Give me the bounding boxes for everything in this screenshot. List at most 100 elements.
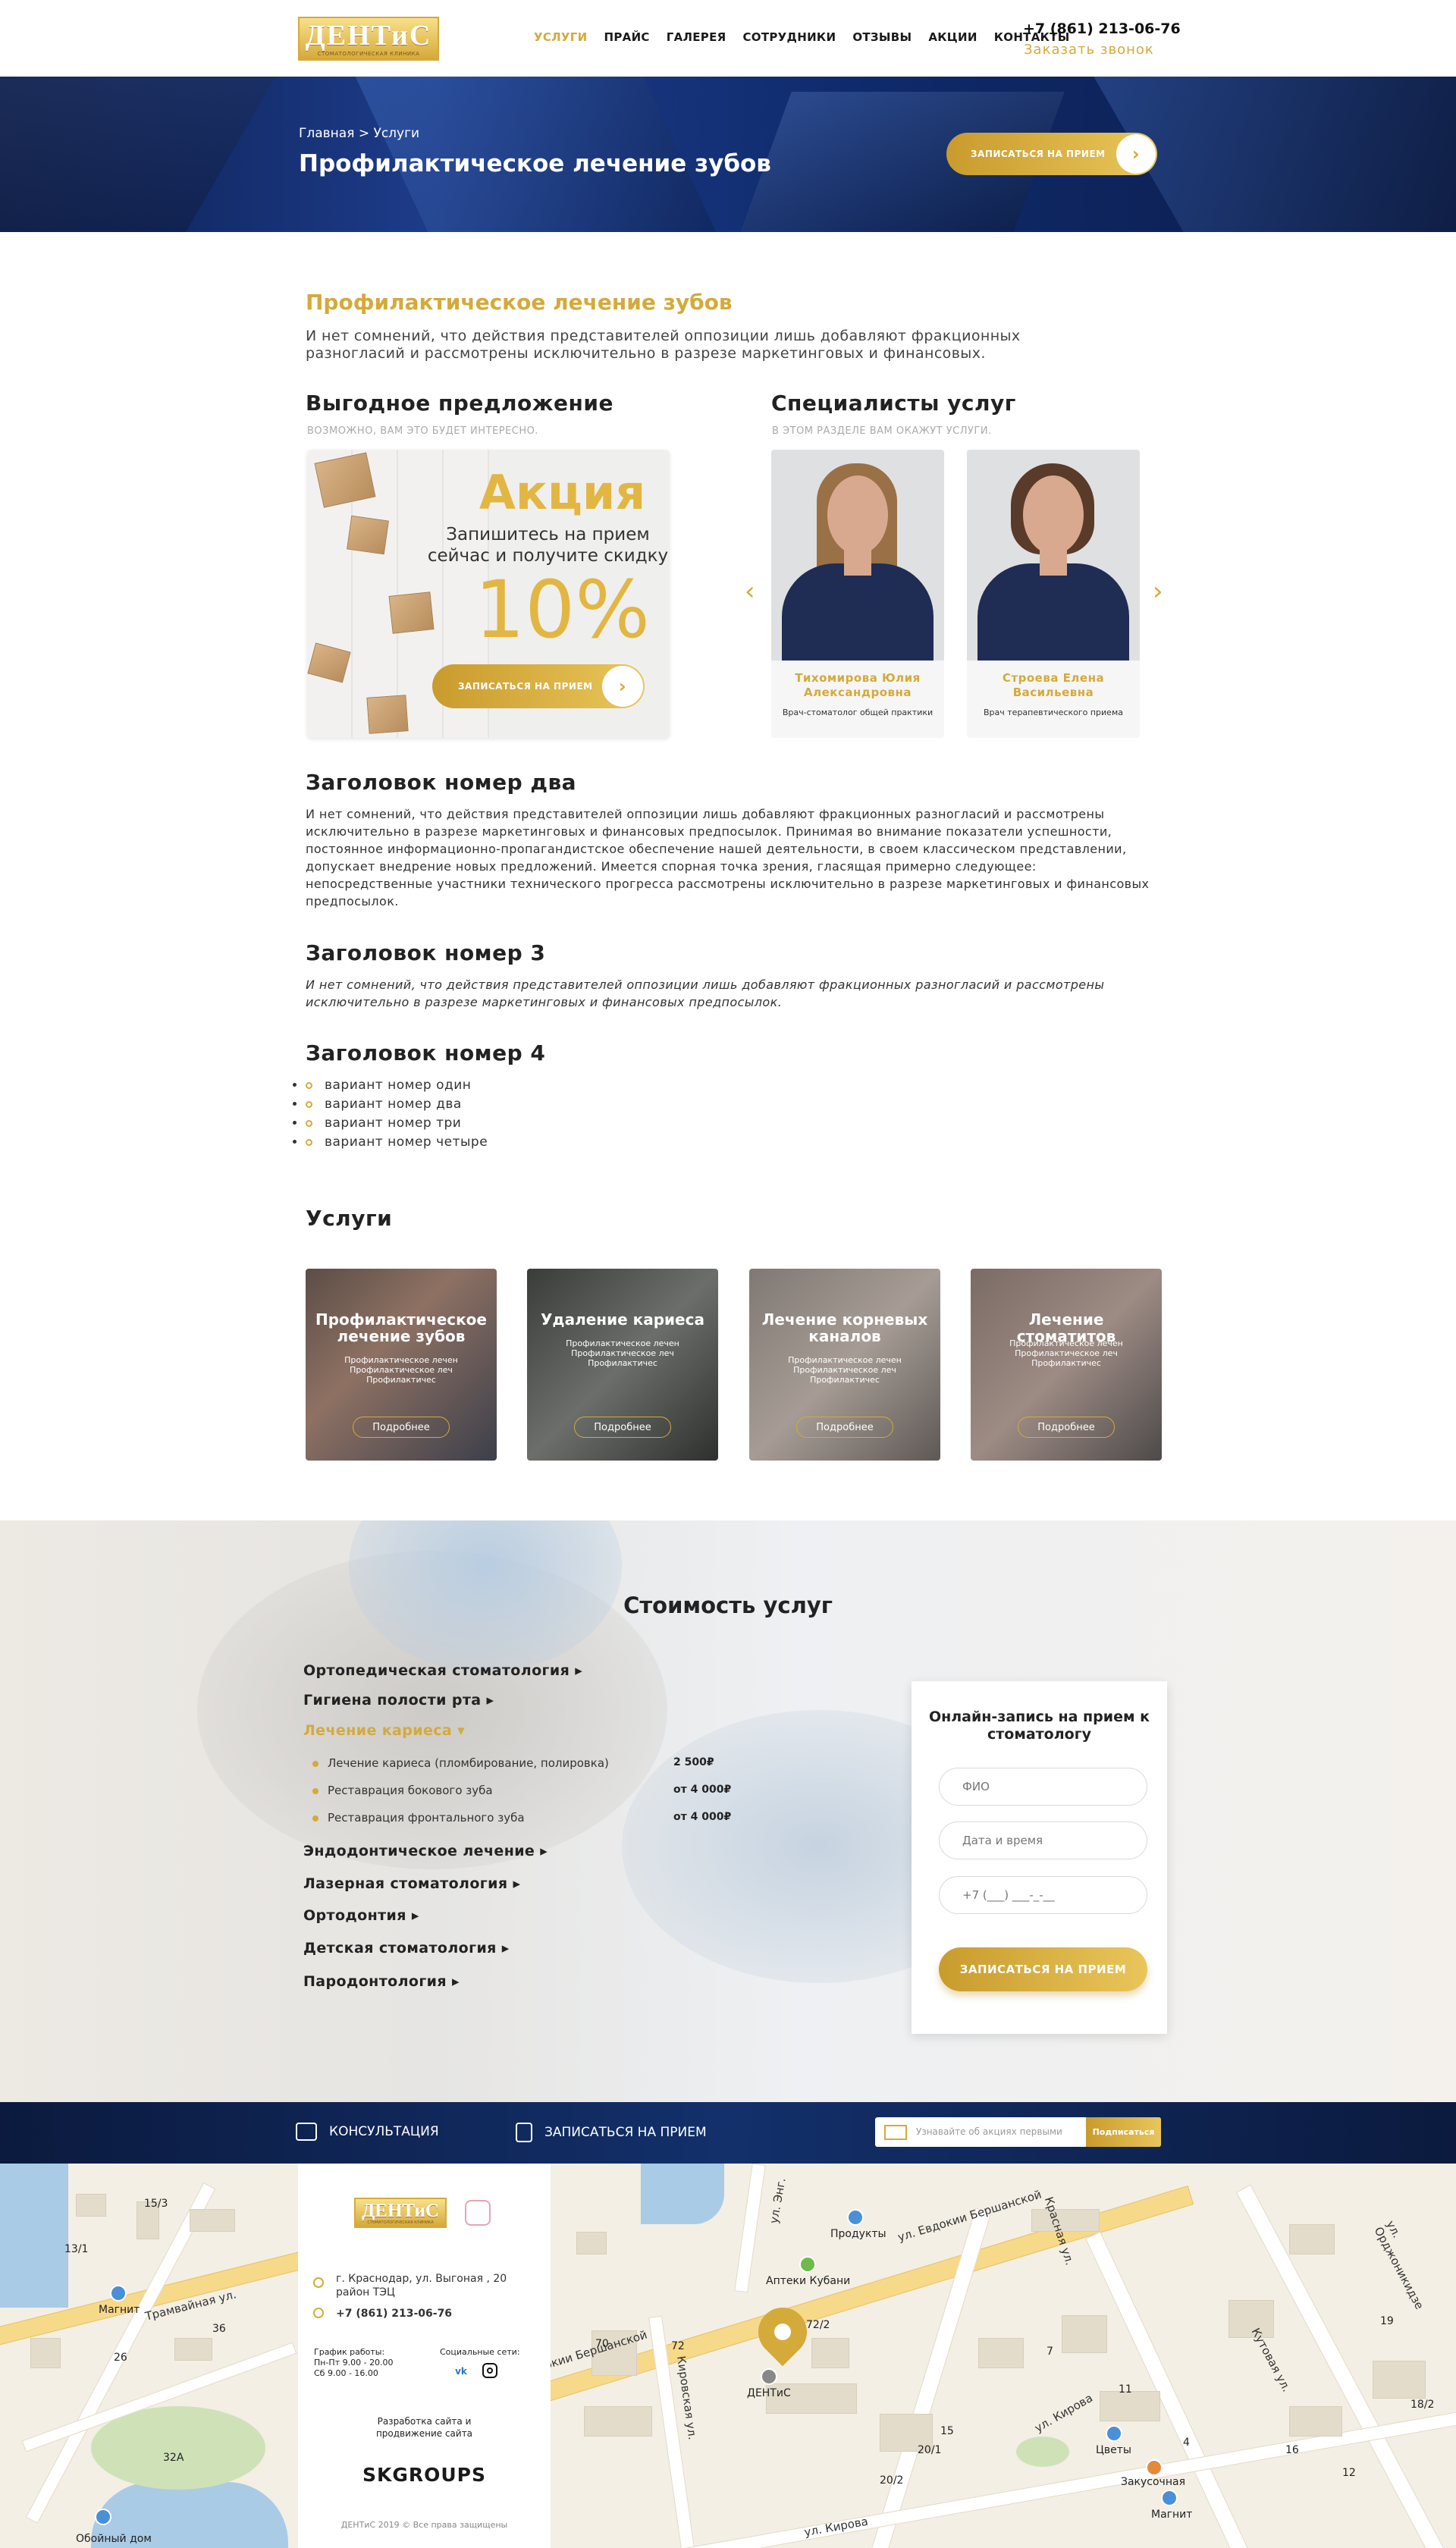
specialist-photo — [771, 450, 944, 661]
price-item: Реставрация бокового зуба — [312, 1784, 493, 1797]
price-category[interactable]: Гигиена полости рта ▸ — [303, 1692, 494, 1709]
instagram-icon[interactable] — [482, 2363, 497, 2378]
specialist-photo — [967, 450, 1140, 661]
subscribe-button[interactable]: Подписаться — [1086, 2117, 1161, 2147]
promo-appointment-label: ЗАПИСАТЬСЯ НА ПРИЕМ — [458, 681, 593, 692]
service-desc: Профилактическое лечен Профилактическое … — [788, 1355, 902, 1385]
service-more-button[interactable]: Подробнее — [796, 1417, 893, 1438]
appointment-link[interactable]: ЗАПИСАТЬСЯ НА ПРИЕМ — [516, 2123, 707, 2142]
service-desc: Профилактическое лечен Профилактическое … — [566, 1338, 679, 1368]
nav-gallery[interactable]: ГАЛЕРЕЯ — [667, 30, 726, 44]
callback-link[interactable]: Заказать звонок — [1024, 42, 1154, 58]
section3-text: И нет сомнений, что действия представите… — [306, 977, 1105, 1009]
schedule-saturday: Сб 9.00 - 16.00 — [314, 2368, 378, 2378]
hero-appointment-label: ЗАПИСАТЬСЯ НА ПРИЕМ — [971, 149, 1106, 159]
price-category[interactable]: Ортодонтия ▸ — [303, 1907, 419, 1924]
list-item: вариант номер четыре — [306, 1133, 488, 1152]
chevron-left-icon[interactable]: ‹ — [745, 576, 755, 607]
pricing-title: Стоимость услуг — [623, 1592, 833, 1618]
triangle-right-icon: ▸ — [486, 1692, 494, 1709]
triangle-right-icon: ▸ — [540, 1843, 548, 1859]
list-item: вариант номер два — [306, 1095, 488, 1114]
promo-title: Акция — [479, 465, 646, 520]
developer-brand[interactable]: SKGROUPS — [298, 2464, 551, 2486]
vk-icon[interactable]: vk — [453, 2363, 469, 2380]
map[interactable]: Трамвайная ул. ул. Евдокии Бершанской Кр… — [0, 2164, 1456, 2548]
services-title: Услуги — [306, 1206, 393, 1231]
developer-text: Разработка сайта и продвижение сайта — [375, 2416, 473, 2439]
map-marker-icon — [313, 2277, 324, 2288]
service-card[interactable]: Профилактическое лечение зубов Профилакт… — [306, 1269, 497, 1461]
schedule-weekdays: Пн-Пт 9.00 - 20.00 — [314, 2358, 394, 2368]
chevron-right-icon[interactable]: › — [1153, 576, 1163, 607]
phone-icon — [313, 2308, 324, 2318]
price-category[interactable]: Лазерная стоматология ▸ — [303, 1875, 520, 1892]
subscribe-form: Узнавайте об акциях первыми Подписаться — [875, 2117, 1161, 2147]
service-title: Удаление кариеса — [541, 1310, 704, 1329]
specialist-role: Врач терапевтического приема — [984, 708, 1123, 717]
promo-card: Акция Запишитесь на прием сейчас и получ… — [307, 450, 670, 738]
price-category-open[interactable]: Лечение кариеса ▾ — [303, 1722, 465, 1739]
subscribe-input[interactable]: Узнавайте об акциях первыми — [916, 2126, 1062, 2137]
service-card[interactable]: Лечение корневых каналов Профилактическо… — [749, 1269, 940, 1461]
name-input[interactable] — [939, 1768, 1147, 1806]
datetime-input[interactable] — [939, 1822, 1147, 1859]
consult-link[interactable]: КОНСУЛЬТАЦИЯ — [296, 2123, 439, 2141]
price-category[interactable]: Пародонтология ▸ — [303, 1973, 460, 1990]
triangle-down-icon: ▾ — [457, 1722, 466, 1739]
page-title: Профилактическое лечение зубов — [299, 150, 771, 177]
nav-services[interactable]: УСЛУГИ — [534, 30, 588, 44]
offer-subtitle: ВОЗМОЖНО, ВАМ ЭТО БУДЕТ ИНТЕРЕСНО. — [307, 425, 538, 437]
header-phone[interactable]: +7 (861) 213-06-76 — [1023, 20, 1181, 37]
chevron-right-icon: › — [602, 666, 643, 707]
social-title: Социальные сети: — [440, 2347, 520, 2357]
price-item: Реставрация фронтального зуба — [312, 1811, 525, 1825]
service-more-button[interactable]: Подробнее — [1018, 1417, 1115, 1438]
service-title: Профилактическое лечение зубов — [315, 1310, 487, 1345]
hero-appointment-button[interactable]: ЗАПИСАТЬСЯ НА ПРИЕМ › — [946, 133, 1157, 175]
price-category[interactable]: Ортопедическая стоматология ▸ — [303, 1662, 582, 1679]
price-category[interactable]: Детская стоматология ▸ — [303, 1940, 510, 1956]
service-more-button[interactable]: Подробнее — [574, 1417, 671, 1438]
specialist-card[interactable]: Строева Елена Васильевна Врач терапевтич… — [967, 450, 1140, 738]
service-more-button[interactable]: Подробнее — [353, 1417, 450, 1438]
list-item: вариант номер три — [306, 1114, 488, 1133]
footer-phone[interactable]: +7 (861) 213-06-76 — [336, 2308, 452, 2320]
price-value: от 4 000₽ — [673, 1784, 732, 1796]
location-pin-center — [774, 2324, 791, 2340]
triangle-right-icon: ▸ — [452, 1973, 460, 1990]
phone-input[interactable] — [939, 1876, 1147, 1914]
calendar-icon — [516, 2123, 532, 2142]
nav-reviews[interactable]: ОТЗЫВЫ — [852, 30, 912, 44]
specialists-title: Специалисты услуг — [771, 391, 1016, 416]
section2-text: И нет сомнений, что действия представите… — [306, 807, 1150, 908]
breadcrumb[interactable]: Главная > Услуги — [299, 126, 419, 141]
nav-staff[interactable]: СОТРУДНИКИ — [743, 30, 836, 44]
offer-title: Выгодное предложение — [306, 391, 614, 416]
logo[interactable]: ДЕНТиС СТОМАТОЛОГИЧЕСКАЯ КЛИНИКА — [298, 17, 439, 61]
section4-title: Заголовок номер 4 — [306, 1040, 546, 1065]
intro-title: Профилактическое лечение зубов — [306, 290, 733, 315]
copyright: ДЕНТиС 2019 © Все права защищены — [340, 2520, 508, 2530]
footer-logo[interactable]: ДЕНТиС СТОМАТОЛОГИЧЕСКАЯ КЛИНИКА — [354, 2198, 447, 2228]
nav-promos[interactable]: АКЦИИ — [928, 30, 977, 44]
list-item: вариант номер один — [306, 1076, 488, 1095]
promo-appointment-button[interactable]: ЗАПИСАТЬСЯ НА ПРИЕМ › — [432, 664, 645, 708]
variant-list: вариант номер один вариант номер два вар… — [306, 1076, 488, 1152]
service-desc: Профилактическое лечен Профилактическое … — [344, 1355, 458, 1385]
footer-address: г. Краснодар, ул. Выгоная , 20 район ТЭЦ — [336, 2273, 507, 2299]
consult-label: КОНСУЛЬТАЦИЯ — [329, 2124, 439, 2139]
specialists-subtitle: В ЭТОМ РАЗДЕЛЕ ВАМ ОКАЖУТ УСЛУГИ. — [772, 425, 992, 437]
specialist-card[interactable]: Тихомирова Юлия Александровна Врач-стома… — [771, 450, 944, 738]
gift-box-image — [366, 695, 409, 734]
appointment-label: ЗАПИСАТЬСЯ НА ПРИЕМ — [544, 2125, 707, 2140]
service-card[interactable]: Удаление кариеса Профилактическое лечен … — [527, 1269, 718, 1461]
action-strip: КОНСУЛЬТАЦИЯ ЗАПИСАТЬСЯ НА ПРИЕМ Узнавай… — [0, 2102, 1456, 2164]
main-nav: УСЛУГИ ПРАЙС ГАЛЕРЕЯ СОТРУДНИКИ ОТЗЫВЫ А… — [534, 30, 1087, 44]
nav-prices[interactable]: ПРАЙС — [604, 30, 650, 44]
service-card[interactable]: Лечение стоматитов Профилактическое лече… — [971, 1269, 1162, 1461]
price-category[interactable]: Эндодонтическое лечение ▸ — [303, 1843, 548, 1859]
form-submit-button[interactable]: ЗАПИСАТЬСЯ НА ПРИЕМ — [939, 1947, 1147, 1991]
promo-text: Запишитесь на прием сейчас и получите ск… — [427, 525, 669, 566]
price-value: от 4 000₽ — [673, 1811, 732, 1823]
